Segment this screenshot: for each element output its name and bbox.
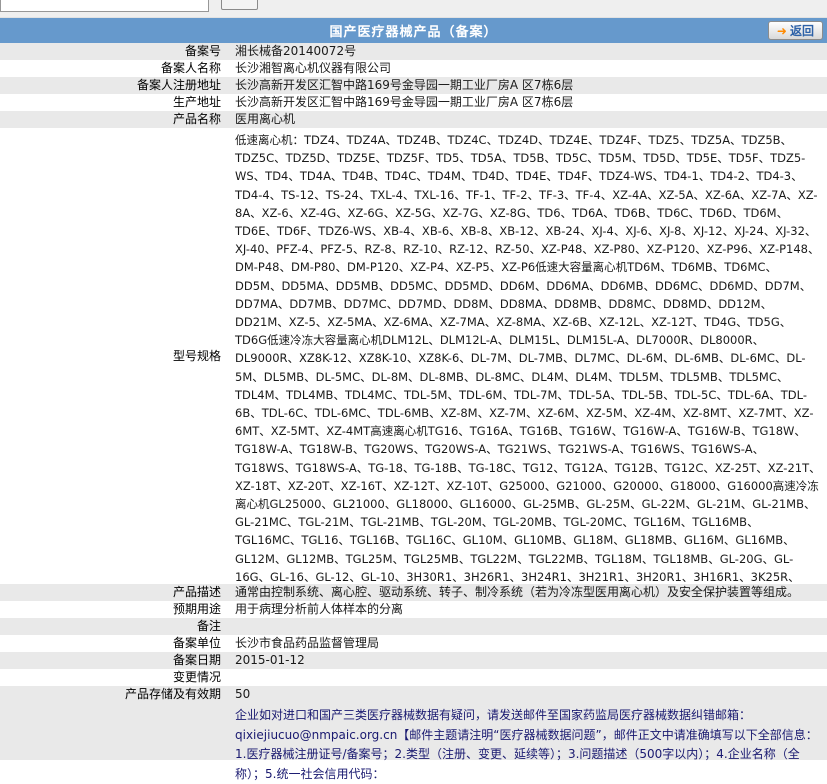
field-value: 长沙高新开发区汇智中路169号金导园一期工业厂房A 区7栋6层 xyxy=(235,95,574,109)
field-label: 备案人名称 xyxy=(160,61,221,75)
field-label: 备案单位 xyxy=(172,636,221,650)
field-row-storage-validity: 产品存储及有效期 50 企业如对进口和国产三类医疗器械数据有疑问，请发送邮件至国… xyxy=(0,686,827,781)
field-label: 产品描述 xyxy=(172,585,221,599)
page: 国产医疗器械产品（备案） ➜ 返回 备案号 湘长械备20140072号 备案人名… xyxy=(0,0,827,781)
page-header: 国产医疗器械产品（备案） ➜ 返回 xyxy=(0,18,827,43)
field-label: 备案日期 xyxy=(172,653,221,667)
field-row-model-spec: 型号规格 低速离心机：TDZ4、TDZ4A、TDZ4B、TDZ4C、TDZ4D、… xyxy=(0,128,827,584)
field-label: 变更情况 xyxy=(172,670,221,684)
field-value: 湘长械备20140072号 xyxy=(235,44,357,58)
field-value: 长沙湘智离心机仪器有限公司 xyxy=(235,61,392,75)
record-table: 备案号 湘长械备20140072号 备案人名称 长沙湘智离心机仪器有限公司 备案… xyxy=(0,43,827,781)
field-value: 医用离心机 xyxy=(235,112,296,126)
field-label: 产品存储及有效期 xyxy=(124,687,221,701)
field-label: 备案人注册地址 xyxy=(136,78,221,92)
back-arrow-icon: ➜ xyxy=(776,23,787,38)
field-value-with-notice: 50 企业如对进口和国产三类医疗器械数据有疑问，请发送邮件至国家药监局医疗器械数… xyxy=(228,686,827,781)
data-correction-notice: 企业如对进口和国产三类医疗器械数据有疑问，请发送邮件至国家药监局医疗器械数据纠错… xyxy=(235,708,818,781)
field-label: 备案号 xyxy=(184,44,221,58)
field-value: 通常由控制系统、离心腔、驱动系统、转子、制冷系统（若为冷冻型医用离心机）及安全保… xyxy=(235,585,800,599)
field-row-record-number: 备案号 湘长械备20140072号 xyxy=(0,43,827,60)
field-label: 预期用途 xyxy=(172,602,221,616)
field-value: 用于病理分析前人体样本的分离 xyxy=(235,602,404,616)
field-value xyxy=(228,618,827,635)
back-button-label: 返回 xyxy=(789,23,814,38)
field-label: 生产地址 xyxy=(172,95,221,109)
field-label: 型号规格 xyxy=(172,348,221,363)
field-row-registered-address: 备案人注册地址 长沙高新开发区汇智中路169号金导园一期工业厂房A 区7栋6层 xyxy=(0,77,827,94)
field-row-intended-use: 预期用途 用于病理分析前人体样本的分离 xyxy=(0,601,827,618)
field-row-remarks: 备注 xyxy=(0,618,827,635)
top-search-input[interactable] xyxy=(0,0,209,12)
field-row-change-status: 变更情况 xyxy=(0,669,827,686)
field-row-product-name: 产品名称 医用离心机 xyxy=(0,111,827,128)
field-value: 2015-01-12 xyxy=(235,653,305,667)
page-title: 国产医疗器械产品（备案） xyxy=(329,25,498,40)
field-row-production-address: 生产地址 长沙高新开发区汇智中路169号金导园一期工业厂房A 区7栋6层 xyxy=(0,94,827,111)
field-value: 长沙高新开发区汇智中路169号金导园一期工业厂房A 区7栋6层 xyxy=(235,78,574,92)
top-search-button[interactable] xyxy=(221,0,258,10)
field-value: 50 xyxy=(235,687,251,701)
field-value xyxy=(228,669,827,686)
field-label: 产品名称 xyxy=(172,112,221,126)
field-row-record-date: 备案日期 2015-01-12 xyxy=(0,652,827,669)
field-row-product-description: 产品描述 通常由控制系统、离心腔、驱动系统、转子、制冷系统（若为冷冻型医用离心机… xyxy=(0,584,827,601)
field-row-record-authority: 备案单位 长沙市食品药品监督管理局 xyxy=(0,635,827,652)
field-row-registrant-name: 备案人名称 长沙湘智离心机仪器有限公司 xyxy=(0,60,827,77)
back-button[interactable]: ➜ 返回 xyxy=(767,21,823,40)
field-value: 长沙市食品药品监督管理局 xyxy=(235,636,380,650)
model-spec-value: 低速离心机：TDZ4、TDZ4A、TDZ4B、TDZ4C、TDZ4D、TDZ4E… xyxy=(235,133,821,584)
top-bar xyxy=(0,0,827,18)
field-label: 备注 xyxy=(196,619,221,633)
